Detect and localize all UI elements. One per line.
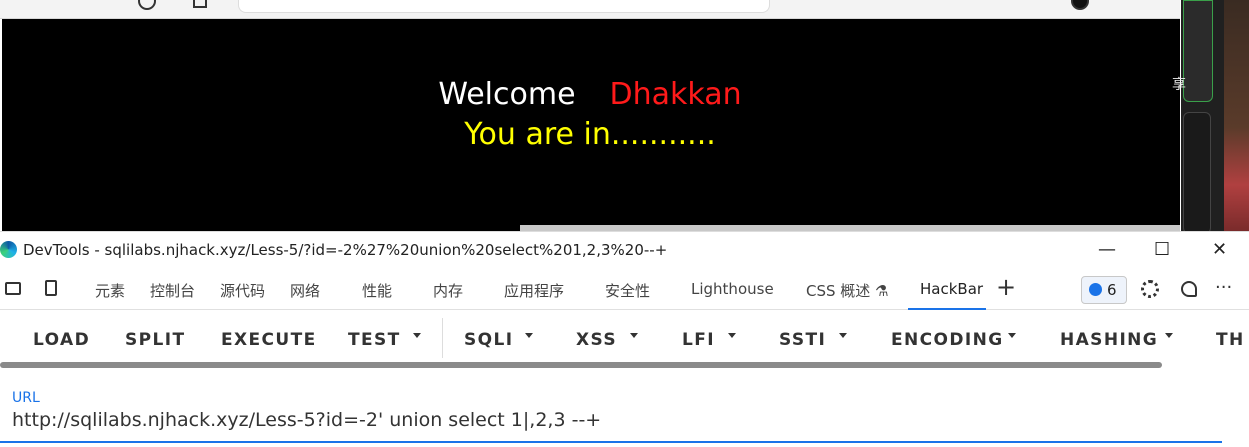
tab-performance[interactable]: 性能 [362, 280, 392, 301]
tab-network[interactable]: 网络 [290, 280, 320, 301]
maximize-button[interactable]: ☐ [1154, 239, 1170, 260]
tab-memory[interactable]: 内存 [433, 280, 463, 301]
test-button[interactable]: TEST [348, 330, 401, 350]
status-text: You are in........... [464, 117, 716, 152]
background-image [1224, 0, 1249, 231]
lfi-button[interactable]: LFI [682, 330, 715, 350]
issues-icon [1089, 283, 1102, 296]
xss-dropdown-icon[interactable] [630, 333, 638, 338]
side-panel-card[interactable] [1183, 0, 1213, 102]
tab-hackbar-label[interactable]: HackBar [920, 280, 983, 298]
issues-badge[interactable] [1081, 276, 1127, 304]
hashing-dropdown-icon[interactable] [1165, 333, 1173, 338]
execute-button[interactable]: EXECUTE [221, 330, 317, 350]
toolbar-scrollbar[interactable] [0, 362, 1162, 368]
encoding-button[interactable]: ENCODING [891, 330, 1004, 350]
add-tab-icon[interactable]: + [996, 273, 1016, 301]
tab-application[interactable]: 应用程序 [504, 280, 564, 301]
load-button[interactable]: LOAD [33, 330, 90, 350]
hashing-button[interactable]: HASHING [1060, 330, 1158, 350]
edge-logo-icon [0, 241, 17, 258]
side-panel-text: 享 [1172, 77, 1186, 93]
tab-elements[interactable]: 元素 [95, 280, 125, 301]
apps-icon[interactable] [193, 0, 207, 8]
lfi-dropdown-icon[interactable] [728, 333, 736, 338]
devtools-title: DevTools - sqlilabs.njhack.xyz/Less-5/?i… [23, 241, 668, 259]
device-toolbar-icon[interactable] [45, 280, 57, 296]
welcome-line: Welcome Dhakkan [0, 77, 1180, 112]
customize-icon[interactable] [1181, 281, 1197, 297]
url-input[interactable]: http://sqlilabs.njhack.xyz/Less-5?id=-2'… [12, 409, 601, 431]
encoding-dropdown-icon[interactable] [1008, 333, 1016, 338]
theme-button[interactable]: TH [1216, 330, 1245, 350]
welcome-label: Welcome [438, 77, 576, 112]
tab-css-overview[interactable]: CSS 概述 ⚗ [806, 280, 889, 301]
address-bar[interactable] [238, 0, 770, 13]
tab-sources[interactable]: 源代码 [220, 280, 265, 301]
ssti-button[interactable]: SSTI [779, 330, 826, 350]
url-label: URL [12, 390, 40, 406]
tab-lighthouse[interactable]: Lighthouse [691, 280, 774, 298]
tab-console[interactable]: 控制台 [150, 280, 195, 301]
url-input-underline [0, 441, 1222, 443]
inspect-icon[interactable] [5, 282, 21, 295]
close-button[interactable]: ✕ [1212, 239, 1227, 260]
settings-gear-icon[interactable] [1141, 280, 1159, 298]
issues-count: 6 [1107, 281, 1117, 299]
test-dropdown-icon[interactable] [413, 333, 421, 338]
minimize-button[interactable]: — [1098, 239, 1116, 260]
user-name: Dhakkan [609, 77, 742, 112]
more-menu-icon[interactable]: ··· [1215, 277, 1232, 298]
split-button[interactable]: SPLIT [125, 330, 185, 350]
sqli-button[interactable]: SQLI [464, 330, 513, 350]
xss-button[interactable]: XSS [576, 330, 617, 350]
side-panel-card-2[interactable] [1183, 112, 1211, 234]
toolbar-divider [442, 318, 443, 358]
sqli-dropdown-icon[interactable] [525, 333, 533, 338]
tab-security[interactable]: 安全性 [605, 280, 650, 301]
ssti-dropdown-icon[interactable] [839, 333, 847, 338]
